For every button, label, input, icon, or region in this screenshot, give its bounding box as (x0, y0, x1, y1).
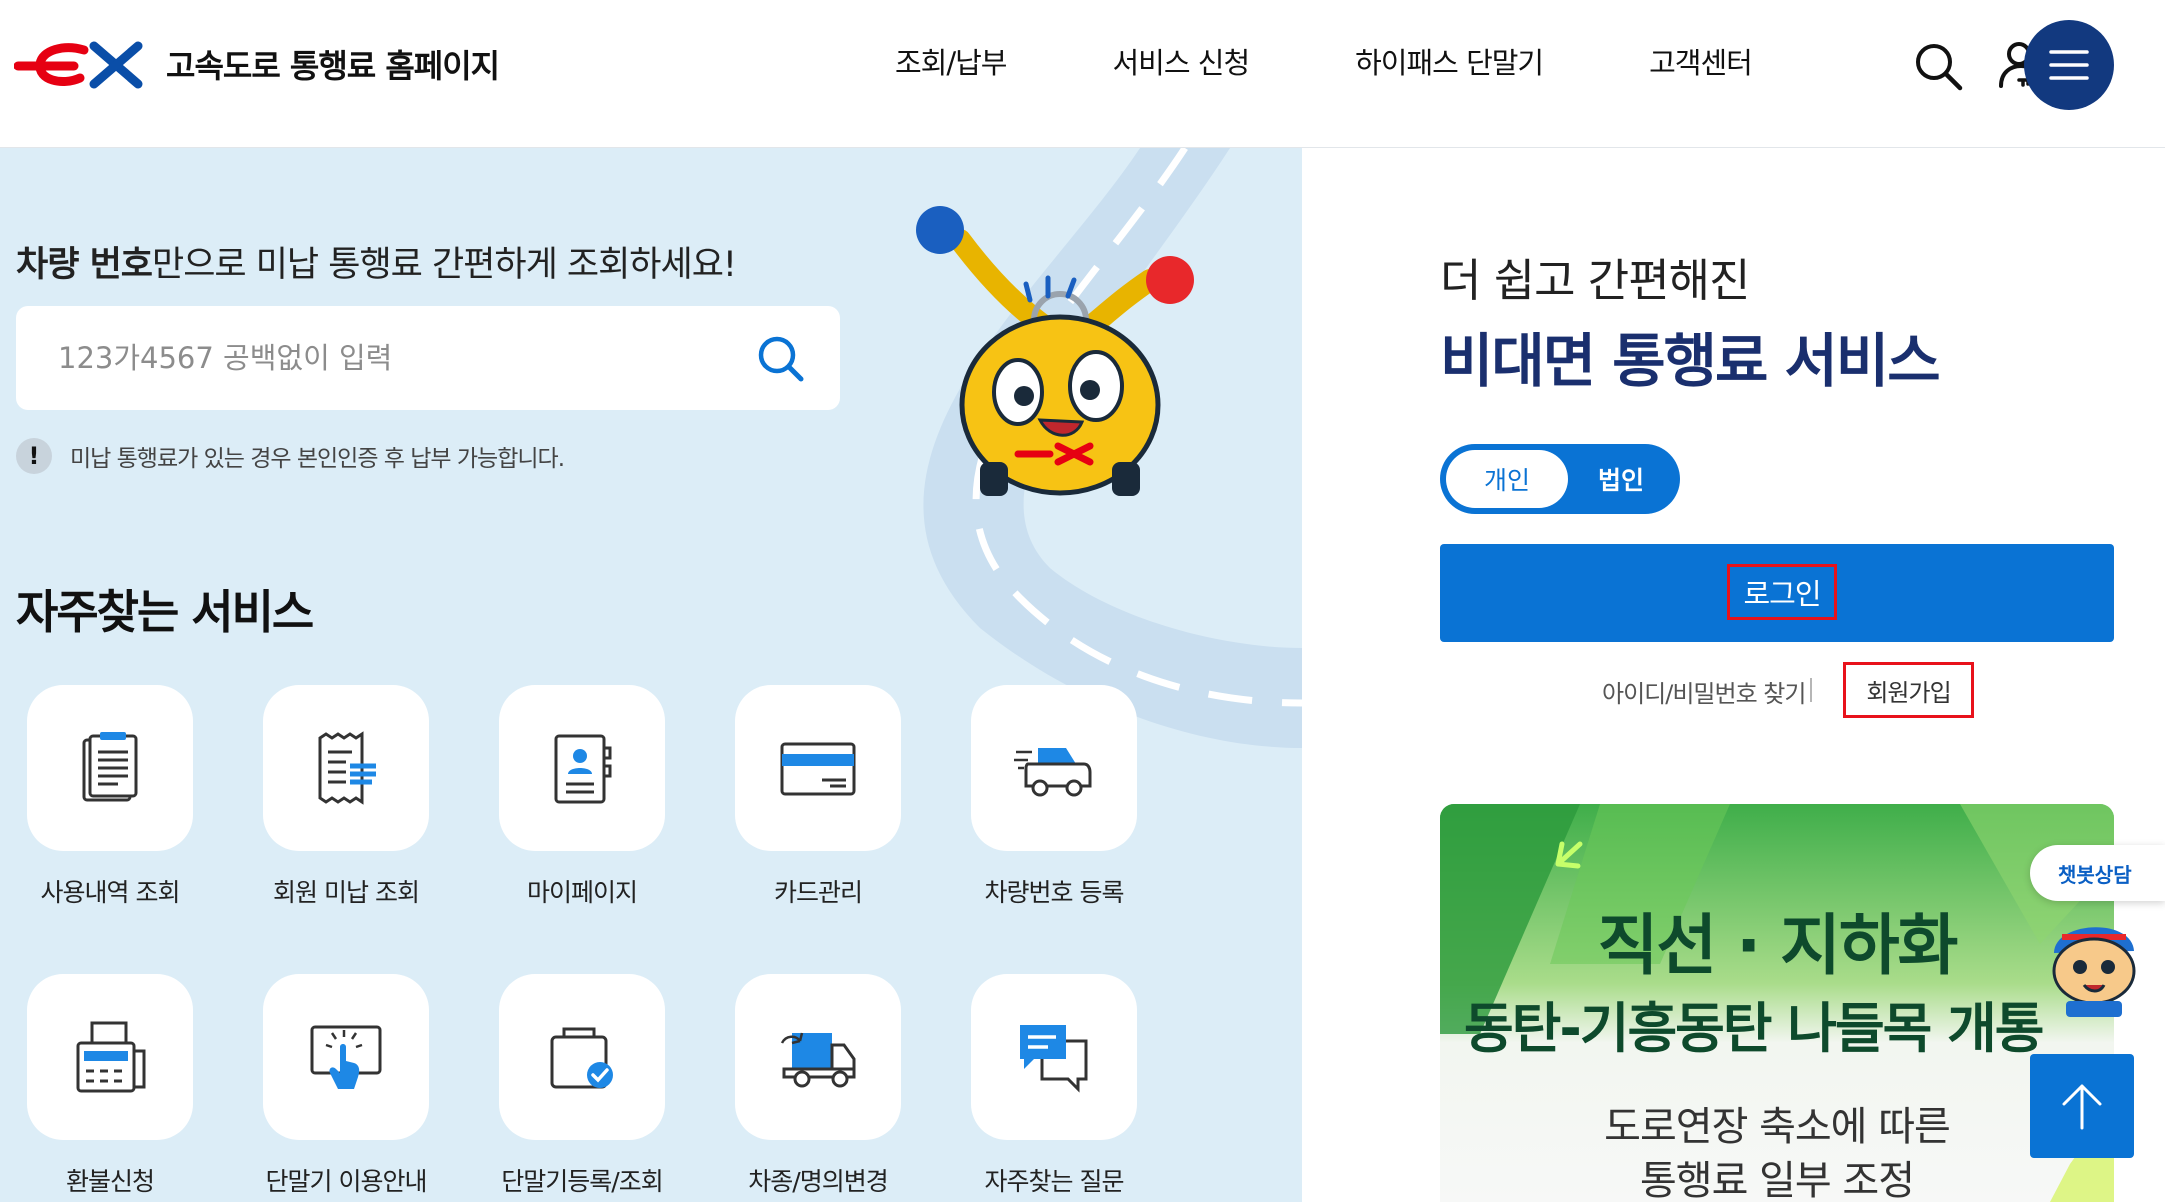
receipt-icon (318, 731, 376, 805)
service-card[interactable] (499, 685, 665, 851)
service-label: 자주찾는 질문 (984, 1167, 1125, 1196)
service-card-management[interactable]: 카드관리 (735, 685, 901, 909)
hamburger-icon (2049, 50, 2089, 80)
notice-text: 미납 통행료가 있는 경우 본인인증 후 납부 가능합니다. (70, 446, 565, 472)
service-label: 마이페이지 (526, 878, 638, 907)
touch-screen-icon (310, 1025, 382, 1089)
service-card[interactable] (735, 974, 901, 1140)
vehicle-number-input[interactable] (58, 332, 738, 384)
chat-icon (1020, 1025, 1088, 1093)
login-panel: 더 쉽고 간편해진 비대면 통행료 서비스 개인 법인 로그인 아이디/비밀번호… (1302, 148, 2165, 1202)
service-member-unpaid[interactable]: 회원 미납 조회 (263, 685, 429, 909)
vehicle-search-box (16, 306, 840, 410)
lookup-title-bold: 차량 번호 (16, 245, 153, 285)
service-card[interactable] (263, 974, 429, 1140)
signup-link[interactable]: 회원가입 (1843, 662, 1974, 718)
toggle-corporate[interactable]: 법인 (1568, 450, 1674, 508)
nav-item-service-application[interactable]: 서비스 신청 (1113, 40, 1251, 82)
services-title: 자주찾는 서비스 (16, 585, 314, 639)
service-card[interactable] (971, 974, 1137, 1140)
service-card[interactable] (735, 685, 901, 851)
service-label: 회원 미납 조회 (273, 878, 420, 907)
nav-item-inquiry-payment[interactable]: 조회/납부 (895, 40, 1007, 82)
lookup-title-rest: 만으로 미납 통행료 간편하게 조회하세요! (152, 245, 737, 285)
service-label: 사용내역 조회 (40, 878, 181, 907)
main-nav: 조회/납부 서비스 신청 하이패스 단말기 고객센터 (895, 40, 1858, 82)
chatbot-widget[interactable]: 챗봇상담 (2030, 845, 2165, 1025)
site-logo[interactable]: 고속도로 통행료 홈페이지 (14, 36, 500, 92)
nav-item-hipass-device[interactable]: 하이패스 단말기 (1355, 40, 1544, 82)
truck-icon (780, 1032, 856, 1088)
service-card[interactable] (971, 685, 1137, 851)
login-button[interactable]: 로그인 (1440, 544, 2114, 642)
nav-item-customer-center[interactable]: 고객센터 (1649, 40, 1753, 82)
find-id-password-link[interactable]: 아이디/비밀번호 찾기 (1602, 674, 1806, 709)
site-name: 고속도로 통행료 홈페이지 (166, 47, 500, 85)
service-vehicle-owner-change[interactable]: 차종/명의변경 (735, 974, 901, 1198)
service-mypage[interactable]: 마이페이지 (499, 685, 665, 909)
mascot-car-icon (916, 206, 1194, 496)
chatbot-label[interactable]: 챗봇상담 (2030, 845, 2165, 901)
login-button-label: 로그인 (1727, 564, 1837, 620)
service-faq[interactable]: 자주찾는 질문 (971, 974, 1137, 1198)
service-usage-history[interactable]: 사용내역 조회 (27, 685, 193, 909)
search-submit-icon[interactable] (752, 330, 808, 386)
service-card[interactable] (27, 974, 193, 1140)
service-label: 환불신청 (65, 1167, 155, 1196)
banner-headline: 직선 · 지하화 (1597, 907, 1959, 984)
arrow-up-icon (2062, 1084, 2102, 1130)
service-label: 카드관리 (773, 878, 863, 907)
credit-card-icon (780, 742, 856, 796)
profile-book-icon (554, 734, 612, 804)
service-label: 단말기 이용안내 (265, 1167, 428, 1196)
chatbot-mascot-icon (2052, 927, 2136, 1017)
banner-desc-2: 통행료 일부 조정 (1639, 1158, 1915, 1202)
car-icon (1014, 748, 1092, 797)
service-label: 차량번호 등록 (984, 878, 1125, 907)
service-card[interactable] (27, 685, 193, 851)
fax-machine-icon (76, 1021, 146, 1093)
device-check-icon (550, 1027, 613, 1089)
promo-banner[interactable]: 직선 · 지하화 동탄-기흥동탄 나들목 개통 도로연장 축소에 따른 통행료 … (1440, 804, 2114, 1202)
login-title: 비대면 통행료 서비스 (1440, 327, 1941, 395)
payment-notice: ! 미납 통행료가 있는 경우 본인인증 후 납부 가능합니다. (16, 438, 565, 474)
header: 고속도로 통행료 홈페이지 조회/납부 서비스 신청 하이패스 단말기 고객센터 (0, 0, 2165, 148)
service-card[interactable] (499, 974, 665, 1140)
lookup-title: 차량 번호만으로 미납 통행료 간편하게 조회하세요! (16, 236, 737, 287)
service-refund[interactable]: 환불신청 (27, 974, 193, 1198)
service-device-guide[interactable]: 단말기 이용안내 (263, 974, 429, 1198)
banner-desc-1: 도로연장 축소에 따른 (1604, 1104, 1951, 1150)
exclamation-icon: ! (16, 438, 52, 474)
service-vehicle-registration[interactable]: 차량번호 등록 (971, 685, 1137, 909)
menu-button[interactable] (2024, 20, 2114, 110)
service-card[interactable] (263, 685, 429, 851)
banner-subline: 동탄-기흥동탄 나들목 개통 (1464, 997, 2045, 1060)
search-icon[interactable] (1910, 38, 1966, 94)
link-divider (1810, 678, 1812, 702)
ex-logo-icon (14, 41, 143, 89)
toggle-personal[interactable]: 개인 (1446, 450, 1568, 508)
service-device-register[interactable]: 단말기등록/조회 (499, 974, 665, 1198)
document-list-icon (82, 732, 138, 802)
service-label: 차종/명의변경 (748, 1167, 888, 1196)
member-type-toggle: 개인 법인 (1440, 444, 1680, 514)
service-label: 단말기등록/조회 (501, 1167, 663, 1196)
scroll-top-button[interactable] (2030, 1054, 2134, 1158)
login-subtitle: 더 쉽고 간편해진 (1440, 254, 1750, 307)
lookup-panel: 차량 번호만으로 미납 통행료 간편하게 조회하세요! ! 미납 통행료가 있는… (0, 148, 1302, 1202)
